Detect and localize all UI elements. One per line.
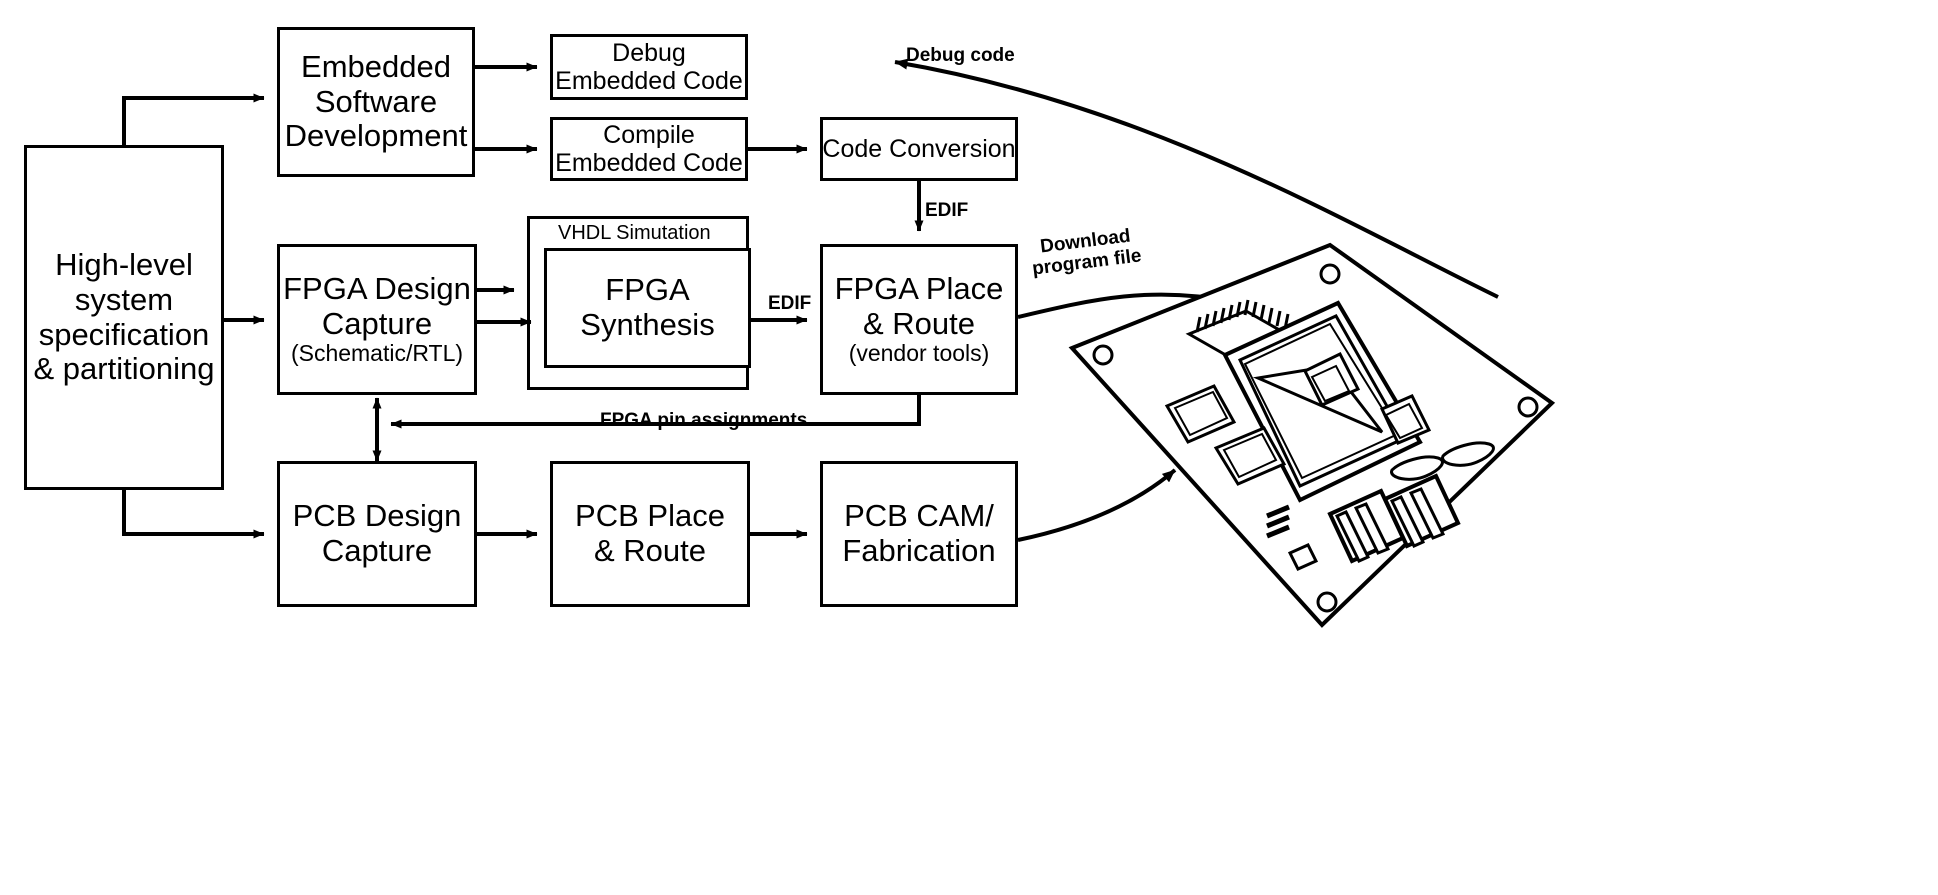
edge-pcb-cam-to-board	[1017, 468, 1177, 542]
node-compile-embedded-code[interactable]: Compile Embedded Code	[550, 117, 748, 181]
node-pcb-place-and-route[interactable]: PCB Place & Route	[550, 461, 750, 607]
node-code-conversion[interactable]: Code Conversion	[820, 117, 1018, 181]
pcb-board-illustration	[1068, 242, 1556, 628]
node-label-line: PCB CAM/	[844, 498, 994, 534]
node-label-line: Synthesis	[580, 307, 715, 342]
node-label-line: FPGA Place	[834, 270, 1004, 306]
node-label-line: Development	[284, 118, 468, 154]
node-label-line: Compile	[603, 121, 695, 149]
node-label-line: & partitioning	[33, 351, 215, 387]
edge-label-fpga-pin-assignments: FPGA pin assignments	[600, 410, 808, 431]
node-label-line: Embedded	[301, 48, 451, 84]
node-label-line: Debug	[612, 39, 686, 67]
node-label-line: Capture	[321, 305, 433, 341]
node-high-level-spec[interactable]: High-level system specification & partit…	[24, 145, 224, 490]
node-label-line: Fabrication	[842, 533, 996, 568]
edge-label-edif-synthesis: EDIF	[768, 293, 812, 314]
node-label-line: & Route	[593, 533, 706, 568]
edge-label-debug-code: Debug code	[906, 45, 1015, 66]
node-label-line: & Route	[862, 305, 975, 341]
node-sublabel: (Schematic/RTL)	[290, 340, 464, 367]
node-pcb-cam-fabrication[interactable]: PCB CAM/ Fabrication	[820, 461, 1018, 607]
diagram-canvas: High-level system specification & partit…	[0, 0, 1938, 895]
node-label-line: Software	[314, 83, 438, 119]
node-sublabel: (vendor tools)	[848, 340, 990, 367]
edge-spec-to-pcb-capture	[122, 490, 265, 539]
node-label-line: FPGA	[605, 272, 690, 308]
node-label-line: system	[74, 281, 174, 317]
node-label-line: Embedded Code	[555, 149, 743, 177]
node-label-line: specification	[38, 316, 210, 352]
node-vhdl-simulation-caption: VHDL Simutation	[558, 222, 711, 244]
node-fpga-synthesis[interactable]: FPGA Synthesis	[544, 248, 751, 368]
node-pcb-design-capture[interactable]: PCB Design Capture	[277, 461, 477, 607]
node-label-line: Code Conversion	[822, 135, 1016, 163]
node-label-line: PCB Place	[575, 498, 725, 534]
node-debug-embedded-code[interactable]: Debug Embedded Code	[550, 34, 748, 100]
edge-download-program-file-to-board	[1017, 292, 1236, 319]
node-label-line: PCB Design	[292, 498, 462, 534]
node-label-line: Capture	[321, 533, 433, 568]
node-label-line: FPGA Design	[283, 270, 471, 306]
node-label-line: High-level	[55, 247, 193, 283]
edge-spec-to-esw	[122, 93, 265, 145]
node-fpga-place-and-route[interactable]: FPGA Place & Route (vendor tools)	[820, 244, 1018, 395]
edge-label-edif-code-conversion: EDIF	[925, 200, 969, 221]
node-embedded-software-development[interactable]: Embedded Software Development	[277, 27, 475, 177]
node-fpga-design-capture[interactable]: FPGA Design Capture (Schematic/RTL)	[277, 244, 477, 395]
node-label-line: Embedded Code	[555, 67, 743, 95]
